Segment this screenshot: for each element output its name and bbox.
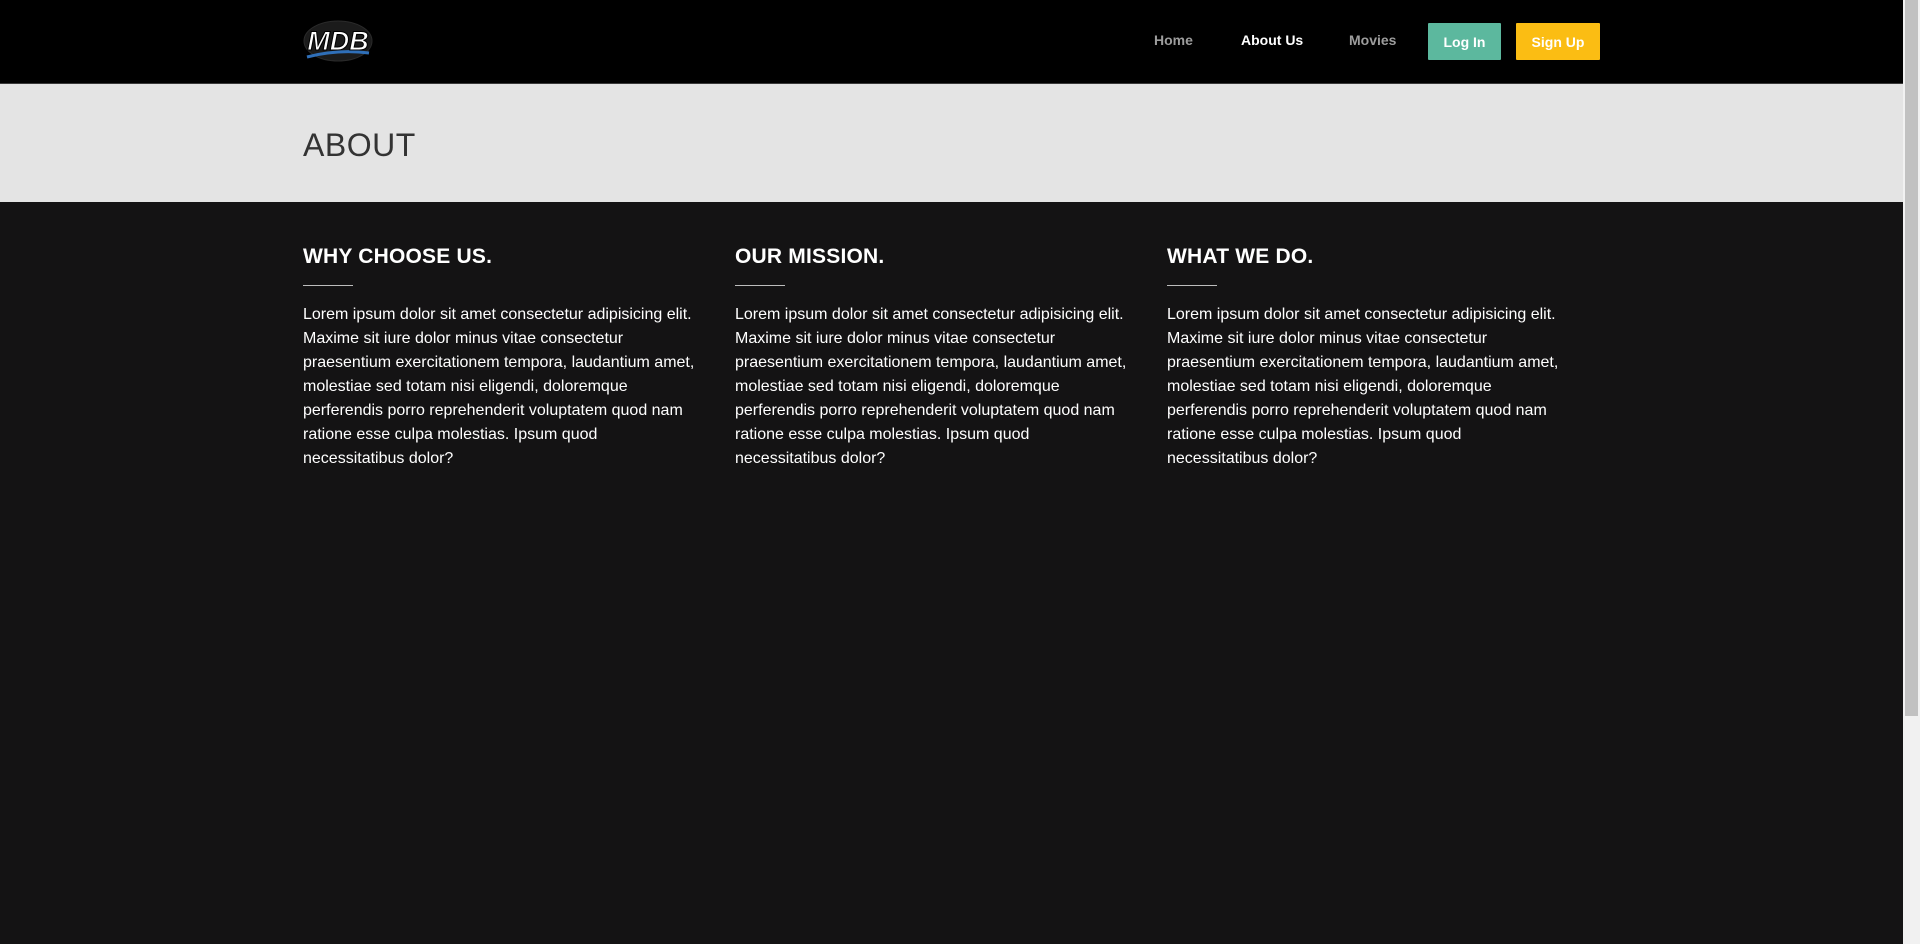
login-button[interactable]: Log In bbox=[1428, 23, 1501, 60]
scrollbar-thumb[interactable] bbox=[1905, 0, 1918, 716]
svg-text:MDB: MDB bbox=[307, 26, 369, 56]
section-heading: WHY CHOOSE US. bbox=[303, 245, 493, 268]
vertical-scrollbar[interactable] bbox=[1903, 0, 1920, 944]
heading-divider bbox=[1167, 285, 1217, 286]
heading-divider bbox=[303, 285, 353, 286]
section-text: Lorem ipsum dolor sit amet consectetur a… bbox=[735, 306, 1127, 467]
navbar: MDB Home About Us Movies Log In Sign Up bbox=[0, 0, 1903, 84]
mdb-logo-icon: MDB bbox=[303, 20, 373, 62]
page-banner: ABOUT bbox=[0, 84, 1903, 202]
nav-about-link[interactable]: About Us bbox=[1241, 32, 1303, 48]
page-title: ABOUT bbox=[303, 127, 416, 163]
why-choose-us-section: WHY CHOOSE US. Lorem ipsum dolor sit ame… bbox=[303, 243, 703, 471]
heading-divider bbox=[735, 285, 785, 286]
section-heading: OUR MISSION. bbox=[735, 245, 885, 268]
our-mission-section: OUR MISSION. Lorem ipsum dolor sit amet … bbox=[735, 243, 1135, 471]
page: MDB Home About Us Movies Log In Sign Up … bbox=[0, 0, 1903, 944]
section-heading: WHAT WE DO. bbox=[1167, 245, 1314, 268]
what-we-do-section: WHAT WE DO. Lorem ipsum dolor sit amet c… bbox=[1167, 243, 1567, 471]
logo[interactable]: MDB bbox=[303, 19, 373, 65]
section-text: Lorem ipsum dolor sit amet consectetur a… bbox=[1167, 306, 1559, 467]
section-text: Lorem ipsum dolor sit amet consectetur a… bbox=[303, 306, 695, 467]
nav-movies-link[interactable]: Movies bbox=[1349, 32, 1396, 48]
nav-home-link[interactable]: Home bbox=[1154, 32, 1193, 48]
signup-button[interactable]: Sign Up bbox=[1516, 23, 1600, 60]
about-content: WHY CHOOSE US. Lorem ipsum dolor sit ame… bbox=[0, 202, 1903, 944]
